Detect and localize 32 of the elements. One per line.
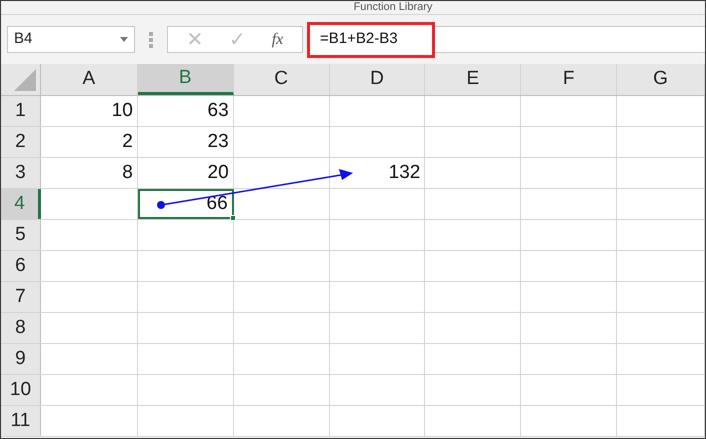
row-header[interactable]: 2	[1, 127, 41, 157]
fill-handle[interactable]	[230, 215, 236, 221]
corner-triangle-icon	[14, 69, 36, 91]
column-header[interactable]: C	[234, 64, 330, 95]
row-header[interactable]: 4	[1, 189, 41, 219]
row-header[interactable]: 7	[1, 282, 41, 312]
row-header[interactable]: 8	[1, 313, 41, 343]
row-header[interactable]: 10	[1, 375, 41, 405]
caret-icon	[120, 37, 128, 42]
row-header[interactable]: 3	[1, 158, 41, 188]
table-cell[interactable]: 66	[138, 189, 234, 219]
formula-field[interactable]: =B1+B2-B3	[307, 22, 435, 58]
column-header[interactable]: G	[617, 64, 705, 95]
column-header[interactable]: F	[521, 64, 618, 95]
table-cell[interactable]: 20	[138, 158, 234, 188]
row-header[interactable]: 11	[1, 406, 41, 436]
row-header[interactable]: 6	[1, 251, 41, 281]
column-header[interactable]: D	[330, 64, 426, 95]
table-cell[interactable]: 2	[40, 127, 138, 157]
table-cell[interactable]: 8	[40, 158, 138, 188]
row-header[interactable]: 5	[1, 220, 41, 250]
row-header[interactable]: 9	[1, 344, 41, 374]
row-header[interactable]: 1	[1, 96, 41, 126]
table-cell[interactable]: 10	[40, 96, 138, 126]
column-header[interactable]: E	[425, 64, 522, 95]
grip-icon	[149, 32, 153, 48]
insert-function-button[interactable]: fx	[272, 32, 284, 48]
name-box[interactable]: B4	[7, 26, 135, 53]
ribbon-group-label: Function Library	[354, 1, 432, 13]
column-header[interactable]: B	[138, 64, 234, 95]
table-cell[interactable]: 63	[138, 96, 234, 126]
table-cell[interactable]: 23	[138, 127, 234, 157]
